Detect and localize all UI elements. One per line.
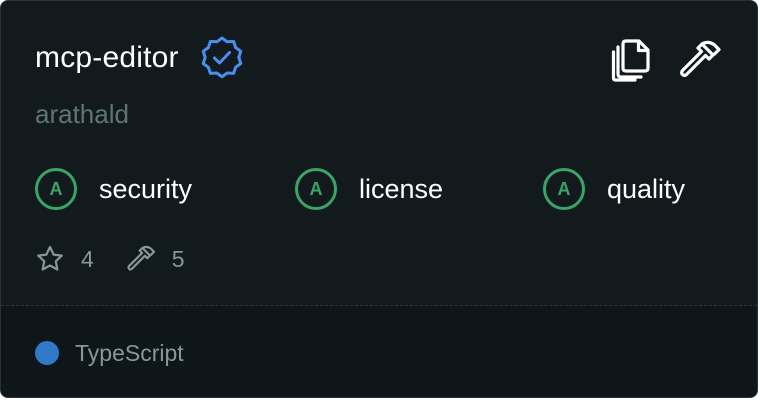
hammer-icon[interactable] (677, 37, 723, 83)
score-security[interactable]: A security (35, 165, 192, 213)
card-actions (609, 37, 723, 83)
score-license[interactable]: A license (295, 165, 443, 213)
grade-badge: A (295, 168, 337, 210)
tools-stat: 5 (126, 244, 185, 274)
score-label: quality (607, 174, 686, 204)
score-label: license (359, 174, 444, 204)
server-title[interactable]: mcp-editor (35, 35, 179, 81)
language-tag: TypeScript (35, 340, 184, 366)
language-color-dot (35, 341, 59, 365)
score-quality[interactable]: A quality (543, 165, 685, 213)
verified-badge-icon (199, 35, 245, 81)
tool-hammer-icon (126, 244, 156, 274)
stars-count: 4 (81, 246, 94, 272)
score-label: security (99, 174, 193, 204)
grade-badge: A (543, 168, 585, 210)
stars-stat: 4 (35, 244, 94, 274)
server-card[interactable]: mcp-editor arathald A security A license… (0, 0, 758, 398)
tools-count: 5 (171, 246, 185, 272)
copy-icon[interactable] (609, 37, 655, 83)
star-icon (35, 244, 65, 274)
card-body: mcp-editor arathald A security A license… (1, 1, 757, 305)
score-list: A security A license A quality (35, 165, 757, 213)
stats-row: 4 5 (35, 241, 185, 277)
title-row: mcp-editor (35, 35, 245, 81)
grade-badge: A (35, 168, 77, 210)
language-name: TypeScript (75, 340, 184, 366)
card-footer: TypeScript (1, 306, 757, 397)
author-name[interactable]: arathald (35, 97, 129, 131)
